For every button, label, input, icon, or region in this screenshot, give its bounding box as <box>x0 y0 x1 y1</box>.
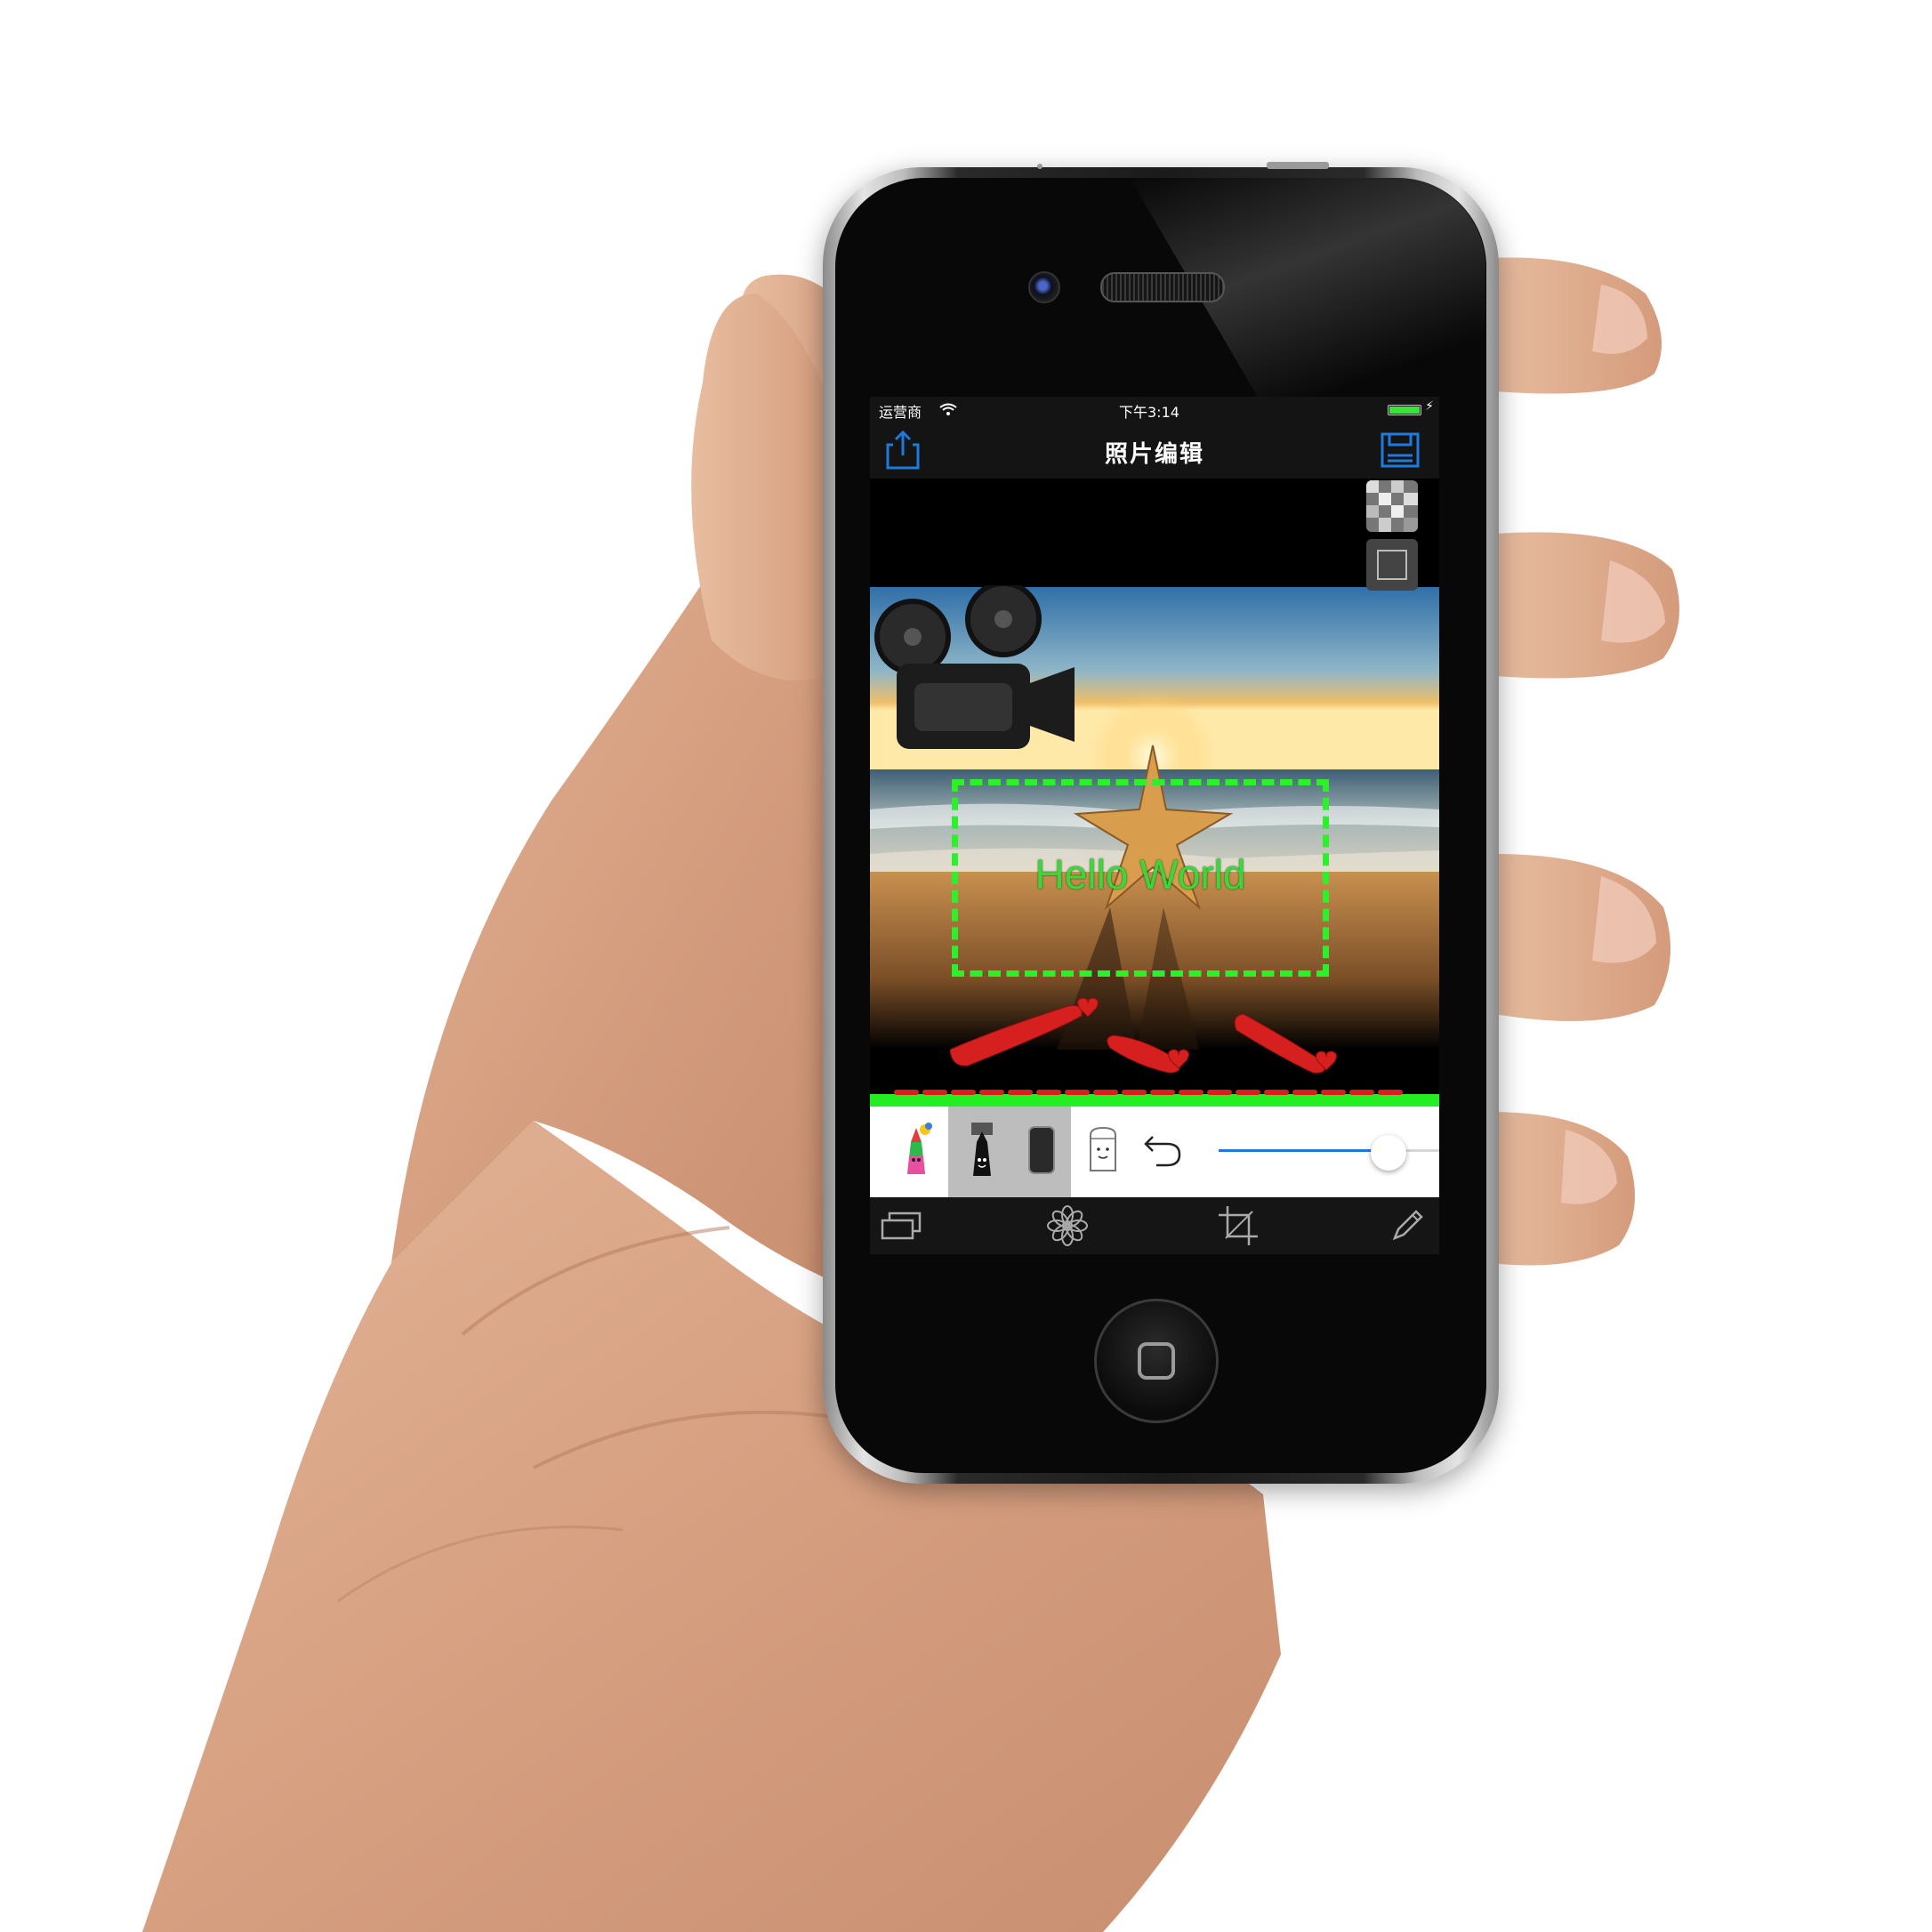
pencil-icon[interactable] <box>1389 1208 1425 1244</box>
charging-bolt-icon: ⚡ <box>1425 399 1434 414</box>
clock-label: 下午3:14 <box>1119 404 1179 421</box>
mosaic-brush-icon[interactable] <box>964 1121 1000 1183</box>
editing-canvas[interactable]: Hello World <box>870 479 1439 1165</box>
battery-icon <box>1388 405 1421 415</box>
crop-icon[interactable] <box>1217 1204 1260 1247</box>
overlay-text[interactable]: Hello World <box>952 850 1329 898</box>
silent-switch <box>1037 164 1042 169</box>
brush-toolbar <box>870 1107 1439 1197</box>
home-button[interactable] <box>1094 1299 1219 1423</box>
save-icon[interactable] <box>1381 432 1420 468</box>
rainbow-brush-icon[interactable] <box>898 1121 934 1183</box>
navigation-bar: 照片编辑 <box>870 422 1439 479</box>
bottom-tab-bar <box>870 1197 1439 1254</box>
layers-icon[interactable] <box>881 1210 922 1242</box>
app-screen: 运营商 下午3:14 ⚡ 照片编辑 Hello World <box>870 397 1439 1254</box>
movie-camera-sticker[interactable] <box>870 585 1083 754</box>
face-sticker-icon[interactable] <box>1087 1126 1119 1176</box>
brush-size-slider-thumb[interactable] <box>1370 1135 1406 1171</box>
status-bar: 运营商 下午3:14 ⚡ <box>870 397 1439 422</box>
carrier-label: 运营商 <box>879 404 922 421</box>
front-camera <box>1028 271 1060 303</box>
eraser-icon[interactable] <box>1026 1124 1057 1178</box>
home-square-icon <box>1138 1342 1175 1380</box>
undo-icon[interactable] <box>1139 1133 1183 1171</box>
wifi-icon <box>939 403 957 415</box>
red-dash-line <box>894 1090 1406 1095</box>
sleep-button <box>1267 162 1329 169</box>
rectangle-select-icon[interactable] <box>1366 539 1418 591</box>
mosaic-icon[interactable] <box>1366 480 1418 532</box>
page-title: 照片编辑 <box>1104 441 1204 468</box>
earpiece-speaker <box>1100 272 1225 302</box>
filter-flower-icon[interactable] <box>1046 1204 1089 1247</box>
brush-size-slider-fill <box>1219 1149 1389 1152</box>
brush-color-strip[interactable] <box>870 1090 1439 1107</box>
red-hearts-brush-stroke <box>950 997 1337 1074</box>
